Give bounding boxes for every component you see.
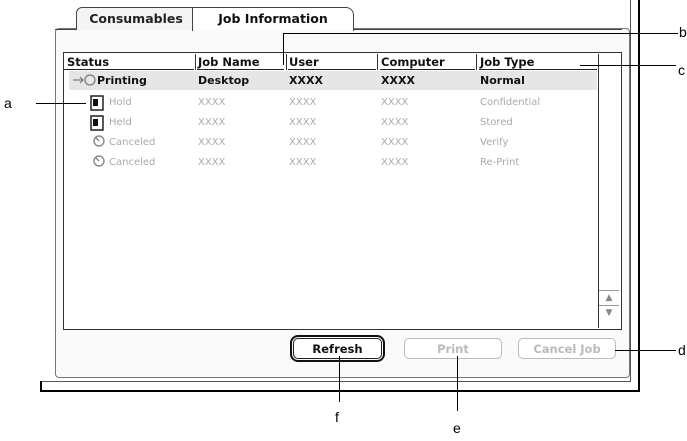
canceled-icon	[92, 154, 106, 171]
callout-line-b	[283, 33, 678, 34]
vertical-scrollbar[interactable]	[598, 54, 620, 328]
column-header-job-type[interactable]: Job Type	[480, 55, 534, 69]
callout-label-c: c	[678, 62, 685, 78]
row-computer: XXXX	[381, 97, 409, 108]
row-job-name: XXXX	[198, 97, 226, 108]
canceled-icon	[92, 134, 106, 151]
window-edge-bottom	[40, 390, 640, 392]
header-divider	[479, 69, 597, 70]
row-computer: XXXX	[381, 74, 415, 87]
tab-job-information[interactable]: Job Information	[192, 7, 354, 31]
tab-baseline	[55, 29, 77, 30]
row-user: XXXX	[289, 74, 323, 87]
refresh-button[interactable]: Refresh	[290, 335, 385, 362]
column-header-status[interactable]: Status	[67, 55, 109, 69]
row-computer: XXXX	[381, 157, 409, 168]
callout-label-f: f	[335, 409, 339, 425]
callout-line-f	[339, 356, 340, 402]
row-job-name: XXXX	[198, 137, 226, 148]
window-edge-bottom-inner	[40, 381, 631, 382]
scroll-up-button[interactable]: ▲	[599, 290, 619, 305]
callout-line-a	[36, 103, 86, 104]
row-job-type: Verify	[480, 137, 509, 148]
row-job-type: Normal	[480, 74, 525, 87]
row-status: Held	[109, 117, 132, 128]
callout-line-d	[615, 350, 676, 351]
column-separator[interactable]	[476, 54, 477, 70]
window-edge-right	[638, 0, 640, 392]
row-status: Hold	[109, 97, 132, 108]
callout-label-a: a	[4, 95, 12, 111]
row-computer: XXXX	[381, 117, 409, 128]
scroll-down-button[interactable]: ▼	[599, 305, 619, 320]
column-separator[interactable]	[377, 54, 378, 70]
column-separator[interactable]	[195, 54, 196, 70]
callout-label-e: e	[453, 420, 461, 436]
tab-consumables[interactable]: Consumables	[76, 7, 196, 30]
column-header-computer[interactable]: Computer	[381, 55, 445, 69]
callout-line-b	[283, 33, 284, 65]
column-separator[interactable]	[286, 54, 287, 70]
print-button[interactable]: Print	[404, 338, 502, 359]
row-status: Printing	[97, 74, 147, 87]
row-job-name: XXXX	[198, 157, 226, 168]
row-computer: XXXX	[381, 137, 409, 148]
cancel-job-button[interactable]: Cancel Job	[518, 338, 616, 359]
row-user: XXXX	[289, 157, 317, 168]
tab-baseline	[352, 29, 622, 30]
row-job-type: Re-Print	[480, 157, 520, 168]
row-job-type: Stored	[480, 117, 513, 128]
header-divider	[380, 69, 475, 70]
row-user: XXXX	[289, 117, 317, 128]
row-job-name: Desktop	[198, 74, 250, 87]
header-divider	[288, 69, 376, 70]
column-header-user[interactable]: User	[289, 55, 319, 69]
window-edge-right-inner	[630, 0, 631, 382]
printing-arrow-icon	[72, 73, 98, 91]
callout-label-b: b	[679, 24, 687, 40]
row-status: Canceled	[109, 137, 156, 148]
row-status: Canceled	[109, 157, 156, 168]
row-user: XXXX	[289, 137, 317, 148]
column-header-job-name[interactable]: Job Name	[198, 55, 260, 69]
header-divider	[197, 69, 284, 70]
row-user: XXXX	[289, 97, 317, 108]
document-hold-icon	[90, 95, 104, 114]
row-job-type: Confidential	[480, 97, 541, 108]
row-job-name: XXXX	[198, 117, 226, 128]
callout-label-d: d	[678, 342, 686, 358]
document-hold-icon	[90, 115, 104, 134]
window-edge-left	[40, 381, 42, 392]
callout-line-e	[457, 356, 458, 411]
header-divider	[64, 69, 194, 70]
callout-line-c	[580, 65, 676, 66]
